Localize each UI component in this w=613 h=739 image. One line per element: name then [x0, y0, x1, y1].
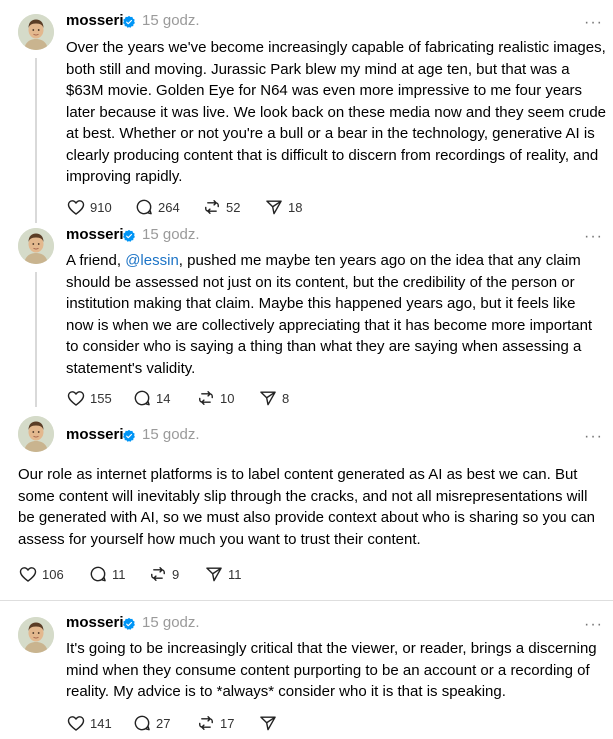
- send-icon: [258, 713, 278, 733]
- avatar[interactable]: [18, 617, 54, 653]
- post-1: mosseri 15 godz. ··· Over the years we'v…: [0, 0, 613, 226]
- reply-button[interactable]: 14: [132, 387, 170, 409]
- repost-count: 9: [172, 566, 180, 582]
- share-button[interactable]: [258, 712, 282, 734]
- send-icon: [258, 388, 278, 408]
- author-name[interactable]: mosseri: [66, 425, 124, 445]
- author-name[interactable]: mosseri: [66, 11, 124, 31]
- like-button[interactable]: 155: [66, 387, 112, 409]
- share-button[interactable]: 11: [204, 563, 242, 585]
- thread-line: [35, 58, 37, 223]
- reply-button[interactable]: 264: [134, 196, 180, 218]
- post-3: mosseri 15 godz. ··· Our role as interne…: [0, 416, 613, 600]
- post-text: Our role as internet platforms is to lab…: [18, 466, 596, 548]
- like-button[interactable]: 106: [18, 563, 64, 585]
- post-time[interactable]: 15 godz.: [142, 613, 200, 633]
- more-options-icon[interactable]: ···: [584, 15, 603, 31]
- like-count: 141: [90, 715, 112, 731]
- repost-icon: [196, 713, 216, 733]
- share-count: 8: [282, 390, 290, 406]
- like-count: 910: [90, 199, 112, 215]
- post-actions: 155 14 10 8: [66, 387, 366, 409]
- post-4: mosseri 15 godz. ··· It's going to be in…: [0, 600, 613, 739]
- author-name[interactable]: mosseri: [66, 225, 124, 245]
- post-text: It's going to be increasingly critical t…: [66, 640, 597, 700]
- like-count: 106: [42, 566, 64, 582]
- avatar[interactable]: [18, 228, 54, 264]
- post-actions: 141 27 17: [66, 712, 366, 734]
- share-count: 11: [228, 566, 242, 582]
- share-count: 18: [288, 199, 303, 215]
- post-time[interactable]: 15 godz.: [142, 225, 200, 245]
- post-text: A friend, @lessin, pushed me maybe ten y…: [66, 250, 606, 379]
- repost-icon: [196, 388, 216, 408]
- repost-button[interactable]: 10: [196, 387, 234, 409]
- comment-icon: [132, 388, 152, 408]
- verified-badge-icon: [122, 429, 136, 443]
- heart-icon: [66, 388, 86, 408]
- post-text: Over the years we've become increasingly…: [66, 39, 607, 185]
- repost-button[interactable]: 9: [148, 563, 179, 585]
- author-name[interactable]: mosseri: [66, 613, 124, 633]
- reply-button[interactable]: 11: [88, 563, 126, 585]
- comment-icon: [134, 197, 154, 217]
- heart-icon: [66, 713, 86, 733]
- like-button[interactable]: 910: [66, 196, 112, 218]
- post-time[interactable]: 15 godz.: [142, 11, 200, 31]
- share-button[interactable]: 8: [258, 387, 289, 409]
- more-options-icon[interactable]: ···: [584, 429, 603, 445]
- verified-badge-icon: [122, 15, 136, 29]
- heart-icon: [66, 197, 86, 217]
- heart-icon: [18, 564, 38, 584]
- post-text-start: A friend,: [66, 252, 126, 269]
- repost-icon: [148, 564, 168, 584]
- avatar[interactable]: [18, 14, 54, 50]
- reply-count: 27: [156, 715, 171, 731]
- post-time[interactable]: 15 godz.: [142, 425, 200, 445]
- comment-icon: [88, 564, 108, 584]
- reply-count: 264: [158, 199, 180, 215]
- share-button[interactable]: 18: [264, 196, 302, 218]
- reply-count: 11: [112, 566, 126, 582]
- verified-badge-icon: [122, 617, 136, 631]
- repost-button[interactable]: 52: [202, 196, 240, 218]
- repost-icon: [202, 197, 222, 217]
- post-text-end: , pushed me maybe ten years ago on the i…: [66, 252, 593, 377]
- repost-button[interactable]: 17: [196, 712, 234, 734]
- post-actions: 910 264 52 18: [66, 196, 366, 218]
- send-icon: [204, 564, 224, 584]
- verified-badge-icon: [122, 229, 136, 243]
- mention-link[interactable]: @lessin: [125, 252, 179, 269]
- repost-count: 10: [220, 390, 235, 406]
- post-actions: 106 11 9 11: [18, 563, 318, 585]
- avatar[interactable]: [18, 416, 54, 452]
- repost-count: 17: [220, 715, 235, 731]
- like-button[interactable]: 141: [66, 712, 112, 734]
- reply-count: 14: [156, 390, 171, 406]
- more-options-icon[interactable]: ···: [584, 617, 603, 633]
- more-options-icon[interactable]: ···: [584, 229, 603, 245]
- repost-count: 52: [226, 199, 241, 215]
- send-icon: [264, 197, 284, 217]
- reply-button[interactable]: 27: [132, 712, 170, 734]
- comment-icon: [132, 713, 152, 733]
- like-count: 155: [90, 390, 112, 406]
- post-2: mosseri 15 godz. ··· A friend, @lessin, …: [0, 226, 613, 416]
- thread-line: [35, 272, 37, 407]
